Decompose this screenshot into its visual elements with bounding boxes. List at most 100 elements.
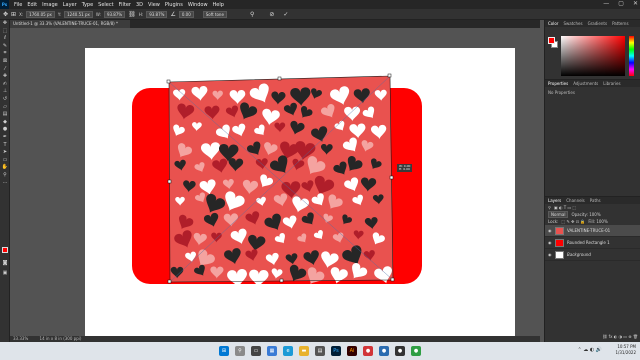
frame-tool-icon[interactable]: ⊠ <box>0 58 10 66</box>
blend-mode-select[interactable]: Normal <box>548 211 569 218</box>
angle-field[interactable]: 0.00 <box>178 10 194 18</box>
app-icon-green[interactable]: ● <box>411 346 421 356</box>
interpolation-select[interactable]: Soft tone <box>202 10 227 18</box>
tray-icons[interactable]: ⌃ ☁ ◐ 🔊 <box>577 347 602 353</box>
app-icon-dark[interactable]: ● <box>395 346 405 356</box>
layer-row[interactable]: ◉ Rounded Rectangle 1 <box>545 237 640 249</box>
brush-tool-icon[interactable]: ✍ <box>0 81 10 89</box>
lock-icons[interactable]: ⬚ ✎ ✥ ⊡ 🔒 <box>561 219 585 224</box>
minimize-button[interactable]: — <box>603 0 609 7</box>
photoshop-logo[interactable]: Ps <box>0 0 9 9</box>
tab-adjustments[interactable]: Adjustments <box>573 81 598 86</box>
menu-select[interactable]: Select <box>98 2 113 8</box>
x-field[interactable]: 1760.05 px <box>26 10 55 18</box>
layers-tabs: Layers Channels Paths <box>545 197 640 204</box>
illustrator-taskbar-icon[interactable]: Ai <box>347 346 357 356</box>
menu-file[interactable]: File <box>14 2 22 8</box>
widgets-icon[interactable]: ▦ <box>267 346 277 356</box>
tab-gradients[interactable]: Gradients <box>588 21 608 26</box>
menu-view[interactable]: View <box>148 2 160 8</box>
dodge-tool-icon[interactable]: ● <box>0 126 10 134</box>
zoom-tool-icon[interactable]: ⚲ <box>0 172 10 180</box>
height-field[interactable]: 93.87% <box>146 10 168 18</box>
right-panels: Color Swatches Gradients Patterns Proper… <box>544 20 640 342</box>
layer-row[interactable]: ◉ VALENTINE-TRUCE-01 <box>545 225 640 237</box>
app-icon-red[interactable]: ● <box>363 346 373 356</box>
tab-properties[interactable]: Properties <box>548 81 568 86</box>
pen-tool-icon[interactable]: ✒ <box>0 134 10 142</box>
eyedropper-tool-icon[interactable]: ⁄ <box>0 66 10 74</box>
windows-start-icon[interactable]: ⊞ <box>219 346 229 356</box>
menu-filter[interactable]: Filter <box>119 2 131 8</box>
check-icon[interactable]: ✓ <box>283 11 288 18</box>
menu-layer[interactable]: Layer <box>63 2 77 8</box>
tab-layers[interactable]: Layers <box>548 198 561 203</box>
move-tool-preset-icon[interactable]: ✥ <box>3 11 8 18</box>
fill-label[interactable]: Fill: 100% <box>588 219 607 224</box>
screen-mode-icon[interactable]: ▣ <box>0 270 10 278</box>
filter-icons[interactable]: ▣ ◐ T ▭ ⬚ <box>554 205 576 210</box>
path-select-tool-icon[interactable]: ➤ <box>0 149 10 157</box>
tab-patterns[interactable]: Patterns <box>612 21 628 26</box>
menu-3d[interactable]: 3D <box>136 2 143 8</box>
quick-mask-icon[interactable]: ◙ <box>0 260 10 268</box>
document-tab[interactable]: Untitled-1 @ 33.3% (VALENTINE-TRUCE-01, … <box>10 20 130 28</box>
edge-icon[interactable]: e <box>283 346 293 356</box>
zoom-level[interactable]: 33.33% <box>13 336 28 341</box>
tab-paths[interactable]: Paths <box>590 198 601 203</box>
foreground-color-swatch[interactable] <box>2 247 8 253</box>
opacity-label[interactable]: Opacity: 100% <box>571 212 600 217</box>
warp-icon[interactable]: ⚲ <box>250 11 254 18</box>
stamp-tool-icon[interactable]: ⊥ <box>0 88 10 96</box>
hue-slider[interactable] <box>629 36 634 76</box>
healing-brush-tool-icon[interactable]: ✚ <box>0 73 10 81</box>
blur-tool-icon[interactable]: ◆ <box>0 119 10 127</box>
tab-libraries[interactable]: Libraries <box>603 81 620 86</box>
tab-color[interactable]: Color <box>548 21 558 26</box>
maximize-button[interactable]: ▢ <box>618 0 624 7</box>
file-explorer-icon[interactable]: ▬ <box>299 346 309 356</box>
app-icon-blue[interactable]: ● <box>379 346 389 356</box>
close-button[interactable]: ✕ <box>633 0 638 7</box>
eye-icon[interactable]: ◉ <box>548 240 552 245</box>
menu-image[interactable]: Image <box>42 2 58 8</box>
store-icon[interactable]: ▤ <box>315 346 325 356</box>
width-field[interactable]: 93.87% <box>103 10 126 18</box>
eye-icon[interactable]: ◉ <box>548 252 552 257</box>
task-view-icon[interactable]: ▭ <box>251 346 261 356</box>
crop-tool-icon[interactable]: ⌗ <box>0 50 10 58</box>
type-tool-icon[interactable]: T <box>0 142 10 150</box>
menu-help[interactable]: Help <box>213 2 224 8</box>
color-picker-field[interactable] <box>561 36 625 76</box>
layer-action-icons[interactable]: ⛓ fx ◐ ◑ ▭ ⊕ 🗑 <box>602 334 638 339</box>
gradient-tool-icon[interactable]: ▤ <box>0 111 10 119</box>
y-field[interactable]: 1240.51 px <box>64 10 93 18</box>
reference-point-icon[interactable]: ⊞ <box>11 11 16 18</box>
search-icon[interactable]: ⚲ <box>548 205 551 210</box>
photoshop-taskbar-icon[interactable]: Ps <box>331 346 341 356</box>
cancel-icon[interactable]: ⊘ <box>269 11 274 18</box>
layer-row[interactable]: ◉ Background <box>545 249 640 261</box>
menu-window[interactable]: Window <box>188 2 208 8</box>
marquee-tool-icon[interactable]: ⬚ <box>0 28 10 36</box>
system-clock[interactable]: 10:57 PM 1/31/2022 <box>615 344 636 356</box>
more-tools-icon[interactable]: … <box>0 179 10 187</box>
eraser-tool-icon[interactable]: ▱ <box>0 104 10 112</box>
tab-channels[interactable]: Channels <box>566 198 585 203</box>
move-tool-icon[interactable]: ✥ <box>0 20 10 28</box>
menu-type[interactable]: Type <box>82 2 93 8</box>
search-icon[interactable]: ⚲ <box>235 346 245 356</box>
menu-plugins[interactable]: Plugins <box>165 2 183 8</box>
artwork <box>132 73 422 288</box>
properties-panel: Properties Adjustments Libraries No Prop… <box>545 79 640 201</box>
eye-icon[interactable]: ◉ <box>548 228 552 233</box>
tab-swatches[interactable]: Swatches <box>563 21 582 26</box>
menu-edit[interactable]: Edit <box>27 2 37 8</box>
foreground-color-chip[interactable] <box>548 37 555 44</box>
lasso-tool-icon[interactable]: ℓ <box>0 35 10 43</box>
history-brush-tool-icon[interactable]: ↺ <box>0 96 10 104</box>
quick-select-tool-icon[interactable]: ✎ <box>0 43 10 51</box>
hand-tool-icon[interactable]: ✋ <box>0 164 10 172</box>
canvas-workspace[interactable]: W: 0.00 H: 0.00 <box>10 28 540 342</box>
link-icon[interactable]: ⛓ <box>128 11 136 18</box>
